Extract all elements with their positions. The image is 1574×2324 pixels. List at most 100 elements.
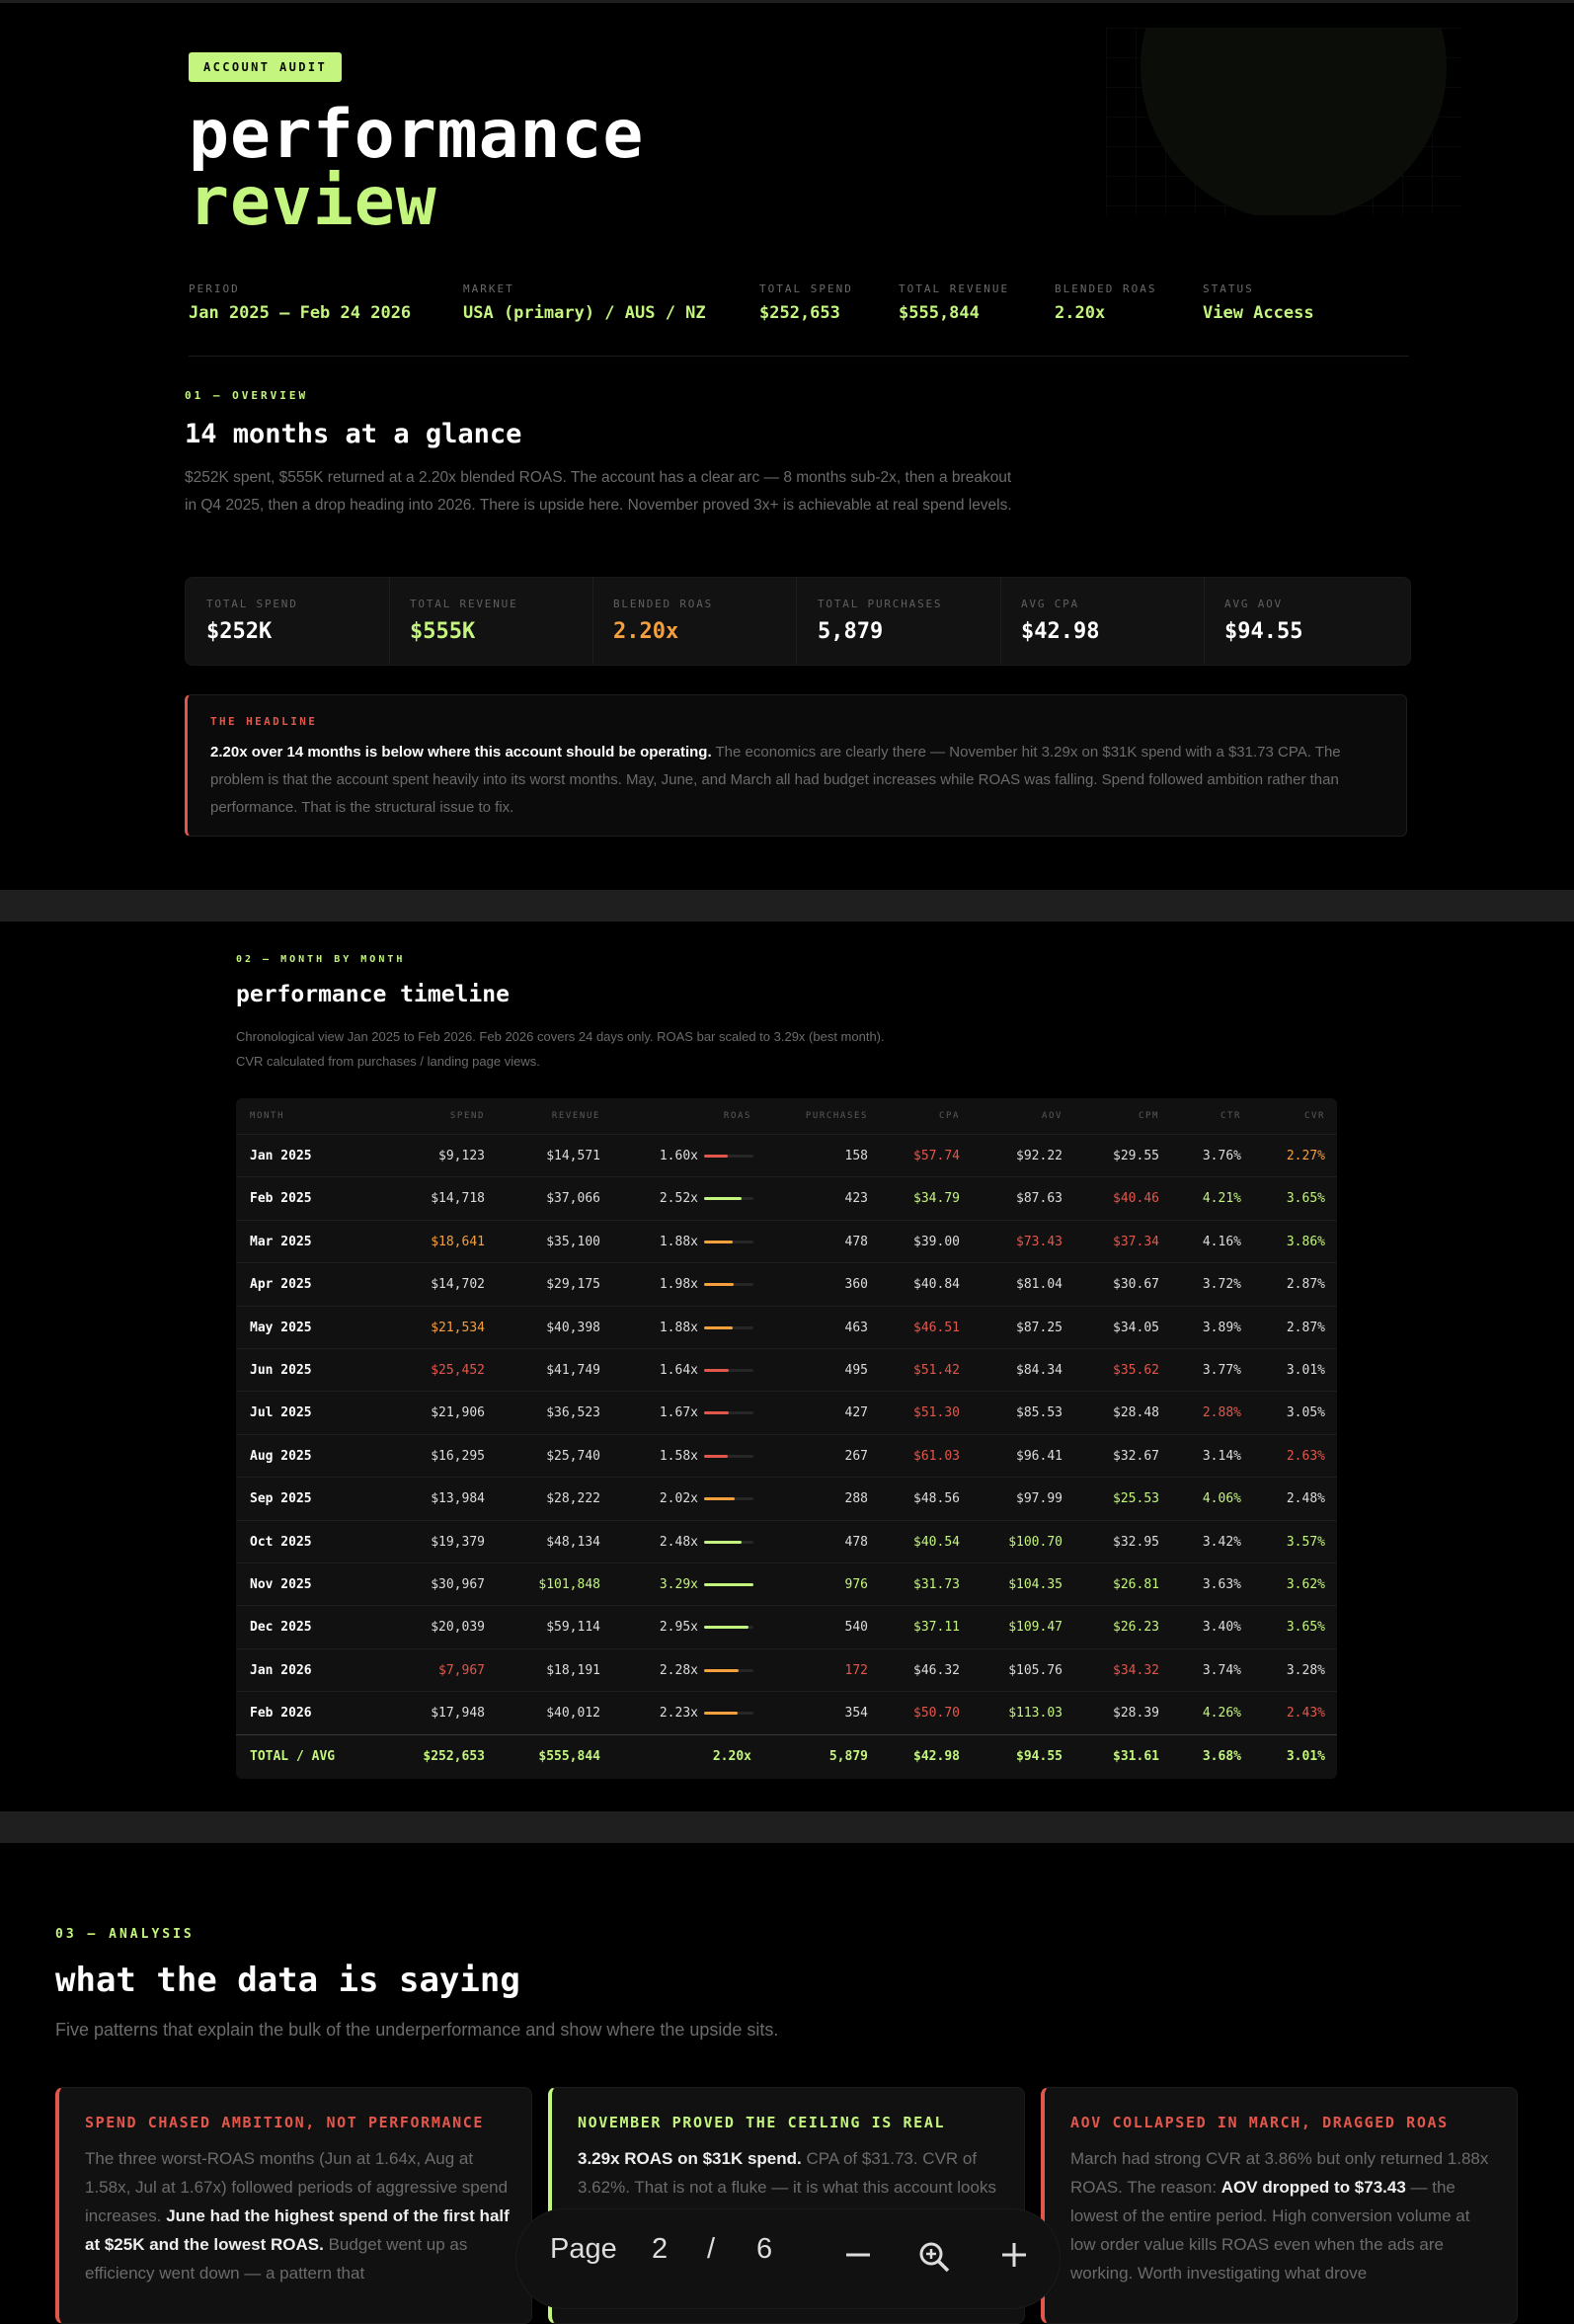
table-row: Sep 2025 $13,984 $28,222 2.02x 288 $48.56 $97.… xyxy=(236,1477,1337,1520)
meta-value: $252,653 xyxy=(759,303,840,323)
cell-revenue: $59,114 xyxy=(546,1620,600,1636)
cell-cpa: $34.79 xyxy=(913,1191,960,1207)
kpi-value: $42.98 xyxy=(1021,619,1100,644)
cell-cpm: $26.23 xyxy=(1113,1620,1159,1636)
cell-cpa: $51.42 xyxy=(913,1363,960,1378)
roas-bar-fill xyxy=(704,1369,729,1372)
total-month: TOTAL / AVG xyxy=(250,1748,336,1764)
table-row: Apr 2025 $14,702 $29,175 1.98x 360 $40.84 $81.… xyxy=(236,1262,1337,1306)
timeline-title: performance timeline xyxy=(236,982,510,1007)
cell-revenue: $41,749 xyxy=(546,1363,600,1378)
column-header-roas: ROAS xyxy=(723,1111,751,1121)
zoom-in-icon[interactable] xyxy=(998,2239,1030,2271)
cell-aov: $73.43 xyxy=(1016,1234,1062,1249)
cell-spend: $7,967 xyxy=(438,1662,485,1678)
cell-cvr: 3.05% xyxy=(1286,1405,1325,1421)
cell-month: Feb 2025 xyxy=(250,1191,312,1207)
meta-label: STATUS xyxy=(1203,282,1254,295)
kpi-avg-cpa: AVG CPA $42.98 xyxy=(1000,578,1205,665)
table-row: Aug 2025 $16,295 $25,740 1.58x 267 $61.03 $96.… xyxy=(236,1433,1337,1478)
roas-bar-fill xyxy=(704,1155,728,1158)
card-emphasis: AOV dropped to $73.43 xyxy=(1220,2178,1406,2197)
cell-cpm: $28.39 xyxy=(1113,1706,1159,1722)
meta-value: 2.20x xyxy=(1055,303,1106,323)
cell-ctr: 3.76% xyxy=(1202,1149,1241,1163)
page-title-line2: review xyxy=(189,163,437,241)
cell-revenue: $35,100 xyxy=(546,1234,600,1249)
analysis-card-aov: AOV COLLAPSED IN MARCH, DRAGGED ROAS Mar… xyxy=(1041,2087,1518,2324)
roas-bar-fill xyxy=(704,1283,734,1287)
card-title: AOV COLLAPSED IN MARCH, DRAGGED ROAS xyxy=(1070,2114,1449,2131)
meta-total-spend: TOTAL SPEND $252,653 xyxy=(759,282,853,323)
cell-roas: 1.88x xyxy=(659,1320,698,1335)
table-row: Jan 2026 $7,967 $18,191 2.28x 172 $46.32 $105.… xyxy=(236,1647,1337,1692)
kpi-blended-roas: BLENDED ROAS 2.20x xyxy=(592,578,797,665)
cell-purchases: 360 xyxy=(844,1277,868,1293)
cell-purchases: 540 xyxy=(844,1620,868,1636)
cell-cpa: $57.74 xyxy=(913,1149,960,1163)
roas-bar xyxy=(704,1155,753,1158)
cell-revenue: $18,191 xyxy=(546,1662,600,1678)
roas-bar xyxy=(704,1583,753,1586)
kpi-label: TOTAL SPEND xyxy=(206,598,298,610)
kpi-total-spend: TOTAL SPEND $252K xyxy=(186,578,390,665)
roas-bar-fill xyxy=(704,1712,738,1716)
page-total: 6 xyxy=(756,2233,773,2265)
card-emphasis: 3.29x ROAS on $31K spend. xyxy=(578,2149,802,2168)
cell-cpa: $61.03 xyxy=(913,1448,960,1464)
cell-spend: $14,702 xyxy=(431,1277,485,1293)
cell-cpa: $37.11 xyxy=(913,1620,960,1636)
cell-roas: 2.48x xyxy=(659,1534,698,1550)
cell-roas: 1.60x xyxy=(659,1149,698,1163)
headline-label: THE HEADLINE xyxy=(210,715,318,728)
roas-bar-fill xyxy=(704,1240,733,1243)
cell-month: Jun 2025 xyxy=(250,1363,312,1378)
kpi-avg-aov: AVG AOV $94.55 xyxy=(1204,578,1407,665)
roas-bar xyxy=(704,1369,753,1372)
cell-aov: $92.22 xyxy=(1016,1149,1062,1163)
roas-bar-fill xyxy=(704,1497,735,1501)
roas-bar-fill xyxy=(704,1325,733,1329)
cell-cvr: 2.63% xyxy=(1286,1448,1325,1464)
zoom-reset-icon[interactable] xyxy=(916,2239,952,2275)
cell-spend: $21,906 xyxy=(431,1405,485,1421)
roas-bar xyxy=(704,1197,753,1201)
table-row: Mar 2025 $18,641 $35,100 1.88x 478 $39.00 $73.… xyxy=(236,1219,1337,1263)
decorative-grid-graphic xyxy=(1106,28,1461,215)
cell-spend: $18,641 xyxy=(431,1234,485,1249)
cell-cpm: $40.46 xyxy=(1113,1191,1159,1207)
cell-cpm: $34.32 xyxy=(1113,1662,1159,1678)
cell-purchases: 427 xyxy=(844,1405,868,1421)
meta-value: USA (primary) / AUS / NZ xyxy=(463,303,706,323)
total-spend: $252,653 xyxy=(423,1748,485,1764)
cell-aov: $87.63 xyxy=(1016,1191,1062,1207)
page-number-input[interactable]: 2 xyxy=(652,2229,668,2269)
table-row: Feb 2026 $17,948 $40,012 2.23x 354 $50.70 $113… xyxy=(236,1691,1337,1734)
table-header: MONTH SPEND REVENUE ROAS PURCHASES CPA AOV CPM C… xyxy=(236,1098,1337,1134)
cell-roas: 1.67x xyxy=(659,1405,698,1421)
cell-roas: 1.58x xyxy=(659,1448,698,1464)
cell-roas: 2.95x xyxy=(659,1620,698,1636)
pdf-page-toolbar: Page 2 / 6 xyxy=(515,2208,1061,2309)
cell-cvr: 2.43% xyxy=(1286,1706,1325,1722)
cell-spend: $19,379 xyxy=(431,1534,485,1550)
cell-roas: 2.28x xyxy=(659,1662,698,1678)
page-separator: / xyxy=(707,2233,716,2265)
roas-bar xyxy=(704,1454,753,1458)
cell-purchases: 478 xyxy=(844,1534,868,1550)
cell-cvr: 3.28% xyxy=(1286,1662,1325,1678)
kpi-value: 5,879 xyxy=(818,619,884,644)
cell-purchases: 354 xyxy=(844,1706,868,1722)
cell-spend: $14,718 xyxy=(431,1191,485,1207)
cell-month: Feb 2026 xyxy=(250,1706,312,1722)
cell-roas: 2.02x xyxy=(659,1491,698,1507)
zoom-out-icon[interactable] xyxy=(842,2239,874,2271)
timeline-description: Chronological view Jan 2025 to Feb 2026.… xyxy=(236,1024,885,1074)
cell-ctr: 3.77% xyxy=(1202,1363,1241,1378)
kpi-value: 2.20x xyxy=(613,619,679,644)
cell-cpa: $46.51 xyxy=(913,1320,960,1335)
cell-spend: $17,948 xyxy=(431,1706,485,1722)
meta-label: TOTAL REVENUE xyxy=(899,282,1010,295)
kpi-summary: TOTAL SPEND $252K TOTAL REVENUE $555K BL… xyxy=(185,577,1411,666)
status-link[interactable]: View Access xyxy=(1203,303,1314,323)
